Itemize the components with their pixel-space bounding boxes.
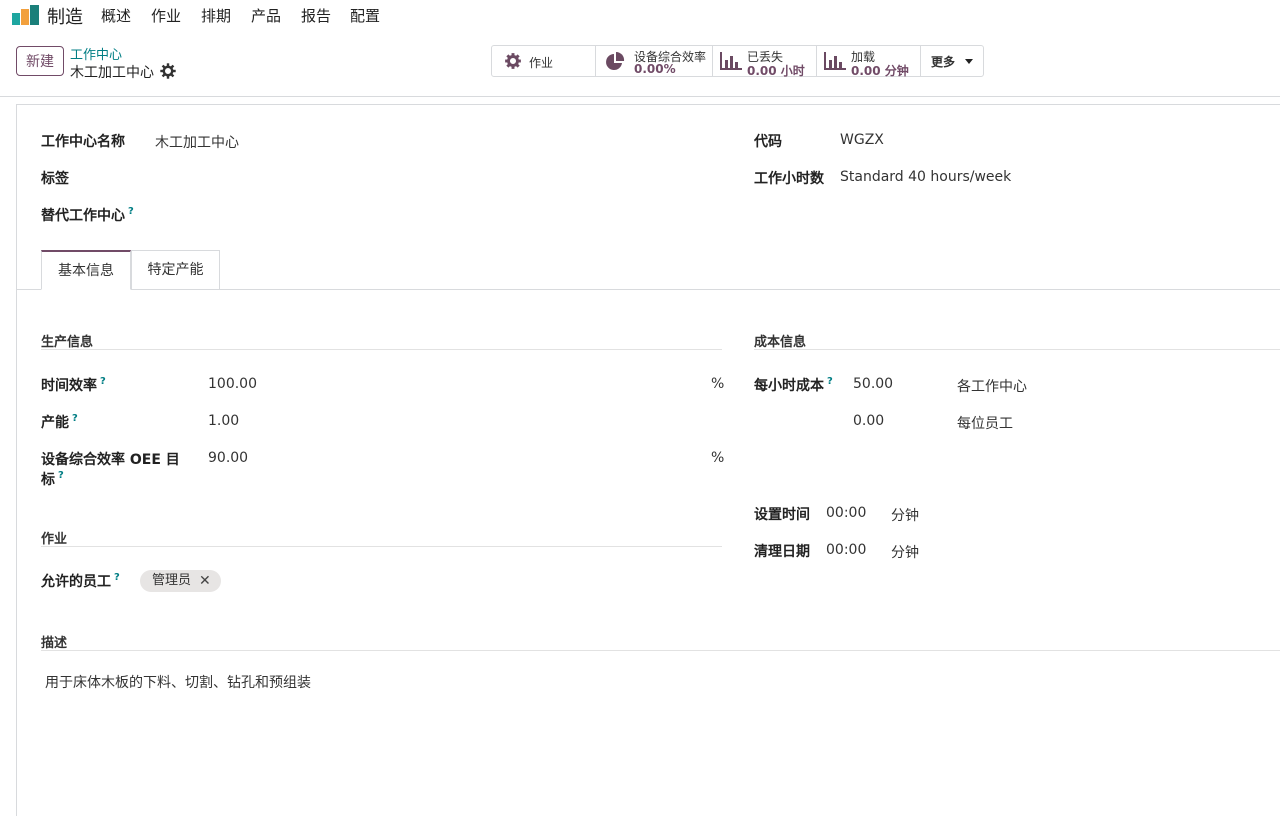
section-divider xyxy=(754,349,1280,350)
oee-target-label-wrap: 标? xyxy=(41,470,64,488)
description-section-title: 描述 xyxy=(41,636,68,651)
menu-reporting[interactable]: 报告 xyxy=(301,5,331,26)
operations-label: 作业 xyxy=(529,56,554,70)
working-hours-label: 工作小时数 xyxy=(754,171,824,187)
cleanup-time-label: 清理日期 xyxy=(754,544,810,560)
minutes-unit: 分钟 xyxy=(891,545,919,561)
employee-tag: 管理员 ✕ xyxy=(140,570,221,592)
menu-products[interactable]: 产品 xyxy=(251,5,281,26)
tab-general-info[interactable]: 基本信息 xyxy=(41,250,131,290)
tags-field[interactable] xyxy=(155,166,695,188)
oee-value: 0.00% xyxy=(634,62,676,76)
record-title: 木工加工中心 xyxy=(70,65,154,81)
name-label: 工作中心名称 xyxy=(41,134,125,150)
top-navbar: 制造 概述 作业 排期 产品 报告 配置 xyxy=(0,0,1280,30)
help-icon[interactable]: ? xyxy=(58,470,64,481)
section-divider xyxy=(41,546,722,547)
menu-planning[interactable]: 排期 xyxy=(201,5,231,26)
time-efficiency-field[interactable]: 100.00 xyxy=(208,376,257,392)
menu-overview[interactable]: 概述 xyxy=(101,5,131,26)
operations-smart-button[interactable]: 作业 xyxy=(492,46,596,76)
menu-configuration[interactable]: 配置 xyxy=(350,5,380,26)
load-value: 0.00 分钟 xyxy=(851,64,909,78)
section-divider xyxy=(41,349,722,350)
code-label: 代码 xyxy=(754,134,782,150)
app-name[interactable]: 制造 xyxy=(47,3,83,29)
employee-tag-label: 管理员 xyxy=(152,573,192,588)
allowed-employees-label: 允许的员工? xyxy=(41,572,120,590)
breadcrumb[interactable]: 工作中心 xyxy=(70,44,122,63)
operations-section-title: 作业 xyxy=(41,532,68,547)
close-icon[interactable]: ✕ xyxy=(199,570,211,592)
caret-down-icon xyxy=(965,59,973,64)
tab-specific-capacities[interactable]: 特定产能 xyxy=(131,250,220,290)
help-icon[interactable]: ? xyxy=(72,413,78,424)
help-icon[interactable]: ? xyxy=(114,572,120,583)
tags-label: 标签 xyxy=(41,171,69,187)
gear-icon[interactable] xyxy=(160,63,176,79)
lost-value: 0.00 小时 xyxy=(747,64,805,78)
help-icon[interactable]: ? xyxy=(100,376,106,387)
help-icon[interactable]: ? xyxy=(827,376,833,387)
setup-time-field[interactable]: 00:00 xyxy=(826,505,866,521)
oee-target-label: 设备综合效率 OEE 目 xyxy=(41,452,180,468)
section-divider xyxy=(41,650,1280,651)
employee-cost-field[interactable]: 0.00 xyxy=(853,413,884,429)
bar-chart-icon xyxy=(824,52,846,70)
name-field[interactable]: 木工加工中心 xyxy=(155,132,239,152)
gear-icon xyxy=(505,53,521,69)
per-employee-label: 每位员工 xyxy=(957,416,1013,432)
load-smart-button[interactable]: 加载 0.00 分钟 xyxy=(817,46,921,78)
hourly-cost-field[interactable]: 50.00 xyxy=(853,376,893,392)
cost-section-title: 成本信息 xyxy=(754,335,807,350)
alt-workcenter-label: 替代工作中心? xyxy=(41,206,134,224)
capacity-field[interactable]: 1.00 xyxy=(208,413,239,429)
setup-time-label: 设置时间 xyxy=(754,507,810,523)
more-label: 更多 xyxy=(931,55,956,69)
time-efficiency-label: 时间效率? xyxy=(41,376,106,394)
lost-smart-button[interactable]: 已丢失 0.00 小时 xyxy=(713,46,817,78)
hourly-cost-label: 每小时成本? xyxy=(754,376,833,394)
smart-buttons: 作业 设备综合效率 0.00% 已丢失 0.00 小时 加载 0.00 分钟 更… xyxy=(491,45,984,78)
alt-workcenter-field[interactable] xyxy=(155,203,695,225)
manufacturing-app-icon[interactable] xyxy=(12,5,40,25)
cleanup-time-field[interactable]: 00:00 xyxy=(826,542,866,558)
code-field[interactable]: WGZX xyxy=(840,132,884,148)
oee-smart-button[interactable]: 设备综合效率 0.00% xyxy=(596,46,713,76)
percent-unit: % xyxy=(711,376,725,392)
menu-operations[interactable]: 作业 xyxy=(151,5,181,26)
new-button[interactable]: 新建 xyxy=(16,46,64,76)
percent-unit: % xyxy=(711,450,725,466)
bar-chart-icon xyxy=(720,52,742,70)
more-dropdown[interactable]: 更多 xyxy=(921,46,983,76)
help-icon[interactable]: ? xyxy=(128,206,134,217)
minutes-unit: 分钟 xyxy=(891,508,919,524)
working-hours-field[interactable]: Standard 40 hours/week xyxy=(840,169,1011,185)
per-workcenter-label: 各工作中心 xyxy=(957,379,1027,395)
control-panel: 新建 工作中心 木工加工中心 作业 设备综合效率 0.00% 已丢失 0.00 … xyxy=(0,30,1280,97)
oee-target-field[interactable]: 90.00 xyxy=(208,450,248,466)
pie-chart-icon xyxy=(606,52,625,70)
production-section-title: 生产信息 xyxy=(41,335,94,350)
description-field[interactable]: 用于床体木板的下料、切割、钻孔和预组装 xyxy=(45,672,311,692)
capacity-label: 产能? xyxy=(41,413,78,431)
